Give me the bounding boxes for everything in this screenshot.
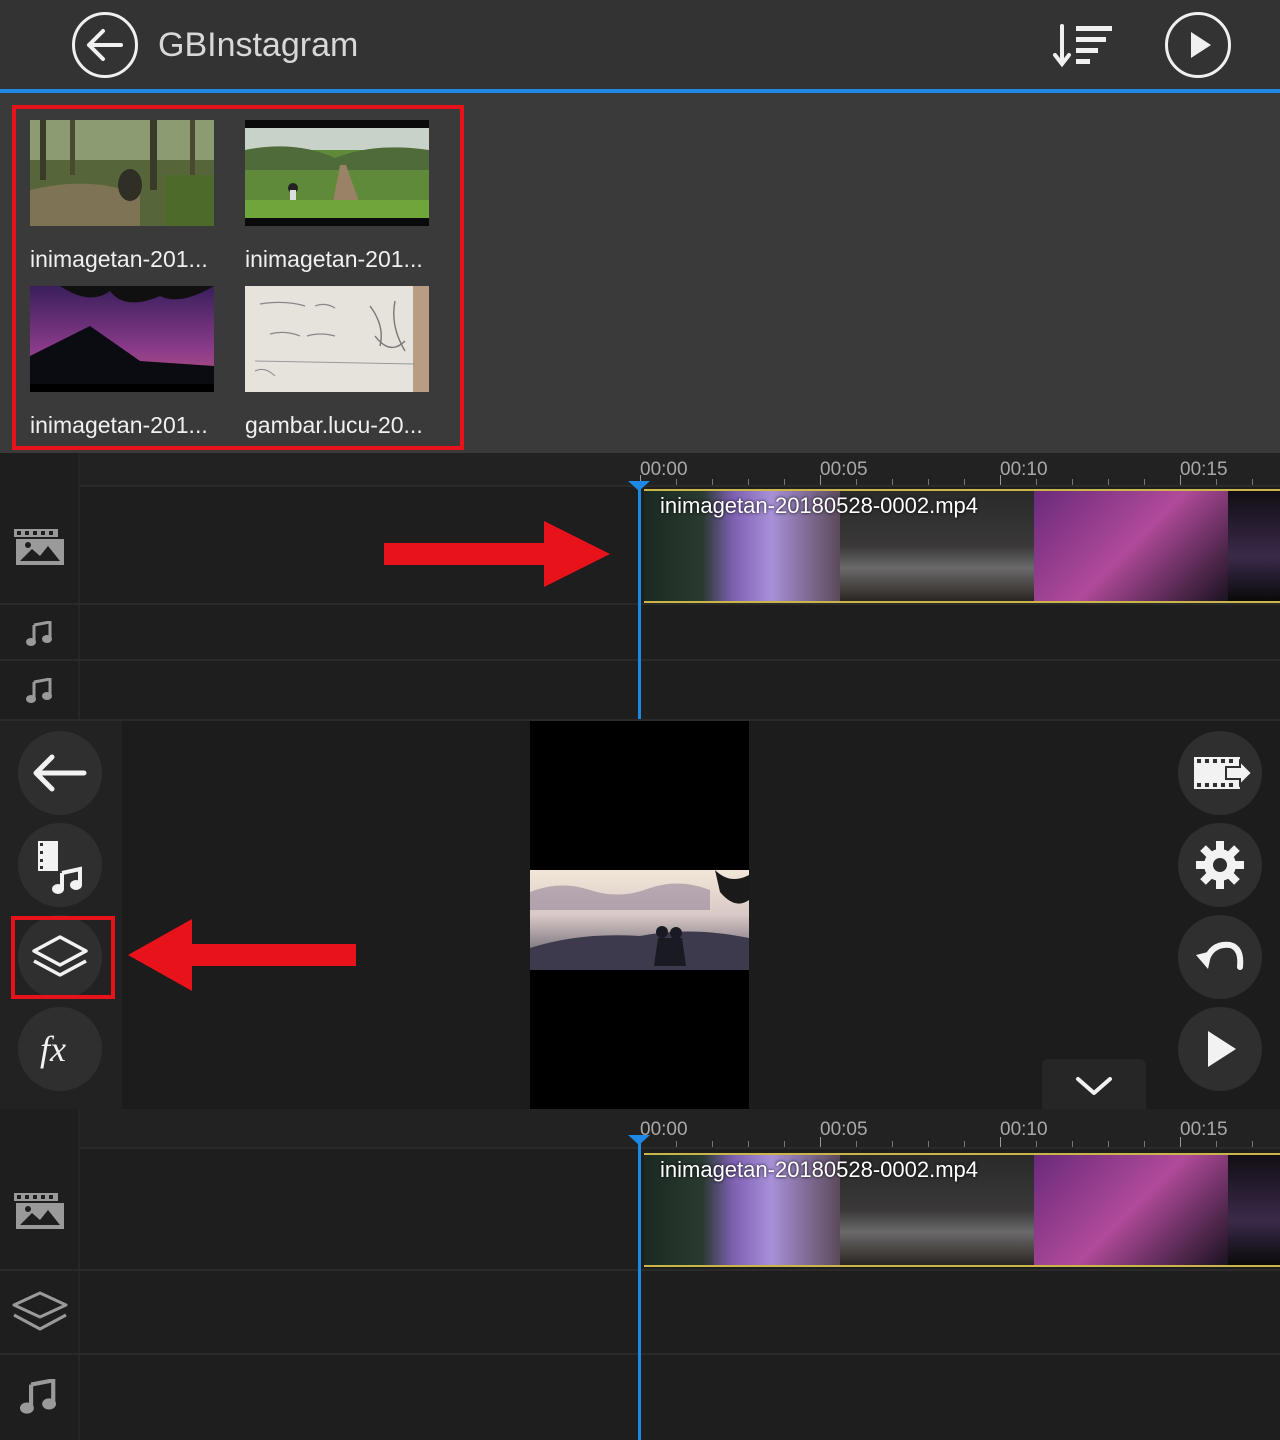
clip-name: inimagetan-20180528-0002.mp4 xyxy=(660,493,979,518)
play-icon xyxy=(1208,1031,1236,1067)
ruler-time-label: 00:00 xyxy=(640,459,688,480)
time-ruler[interactable]: 00:00 00:05 00:10 00:15 xyxy=(80,453,1280,487)
ruler-time-label: 00:10 xyxy=(1000,1119,1048,1140)
ruler-tick xyxy=(1000,475,1001,485)
ruler-tick xyxy=(676,479,677,485)
clip-frame xyxy=(1228,491,1280,601)
ruler-tick xyxy=(748,1141,749,1147)
left-toolbar: fx xyxy=(0,721,122,1111)
ruler-tick xyxy=(1252,1141,1253,1147)
ruler-tick xyxy=(1144,1141,1145,1147)
ruler-tick xyxy=(1000,1137,1001,1147)
layers-icon xyxy=(12,1291,68,1331)
play-button[interactable] xyxy=(1178,1007,1262,1091)
play-icon xyxy=(1191,32,1211,58)
ruler-tick xyxy=(1108,479,1109,485)
chevron-down-icon xyxy=(1076,1077,1112,1095)
sort-icon xyxy=(1053,24,1112,68)
ruler-tick xyxy=(1180,1137,1181,1147)
ruler-tick xyxy=(964,479,965,485)
red-arrow-left xyxy=(128,919,356,991)
svg-text:fx: fx xyxy=(40,1029,66,1069)
video-clip[interactable]: inimagetan-20180528-0002.mp4 xyxy=(644,1153,1280,1267)
app-title: GBInstagram xyxy=(158,26,359,64)
ruler-tick xyxy=(892,1141,893,1147)
ruler-tick xyxy=(712,479,713,485)
sort-button[interactable] xyxy=(1052,22,1116,72)
ruler-time-label: 00:05 xyxy=(820,459,868,480)
ruler-tick xyxy=(820,475,821,485)
playhead[interactable] xyxy=(638,1137,641,1440)
timeline-bottom[interactable]: 00:00 00:05 00:10 00:15 inimagetan-20180… xyxy=(0,1109,1280,1440)
preview-area: fx xyxy=(0,719,1280,1111)
red-arrow-right xyxy=(384,521,610,587)
ruler-tick xyxy=(1072,479,1073,485)
settings-button[interactable] xyxy=(1178,823,1262,907)
preview-frame xyxy=(530,870,749,970)
ruler-time-label: 00:10 xyxy=(1000,459,1048,480)
play-all-button[interactable] xyxy=(1165,12,1231,78)
ruler-tick xyxy=(856,1141,857,1147)
layer-button-highlight xyxy=(11,916,115,999)
ruler-tick xyxy=(820,1137,821,1147)
ruler-tick xyxy=(676,1141,677,1147)
back-arrow-icon xyxy=(33,754,87,792)
fx-button[interactable]: fx xyxy=(18,1007,102,1091)
ruler-tick xyxy=(1144,479,1145,485)
ruler-tick xyxy=(928,1141,929,1147)
ruler-tick xyxy=(1036,1141,1037,1147)
undo-button[interactable] xyxy=(1178,915,1262,999)
ruler-tick xyxy=(748,479,749,485)
media-music-icon xyxy=(38,841,82,894)
ruler-tick xyxy=(928,479,929,485)
clip-name: inimagetan-20180528-0002.mp4 xyxy=(660,1157,979,1182)
clip-frame xyxy=(1034,1155,1228,1265)
media-selection-highlight xyxy=(12,105,464,450)
video-image-track-icon xyxy=(14,529,64,565)
export-icon xyxy=(1194,757,1254,789)
media-music-button[interactable] xyxy=(18,823,102,907)
timeline-top[interactable]: 00:00 00:05 00:10 00:15 inimagetan-20180… xyxy=(0,453,1280,719)
media-browser: inimagetan-201... inimagetan-201... inim… xyxy=(0,93,1280,453)
ruler-time-label: 00:05 xyxy=(820,1119,868,1140)
ruler-tick xyxy=(784,479,785,485)
ruler-tick xyxy=(856,479,857,485)
collapse-button[interactable] xyxy=(1042,1059,1146,1109)
right-toolbar xyxy=(1158,721,1280,1111)
ruler-tick xyxy=(892,479,893,485)
video-preview[interactable] xyxy=(530,721,749,1109)
clip-frame xyxy=(1034,491,1228,601)
time-ruler[interactable]: 00:00 00:05 00:10 00:15 xyxy=(80,1109,1280,1149)
back-button[interactable] xyxy=(72,12,138,78)
settings-gear-icon xyxy=(1196,841,1244,889)
ruler-tick xyxy=(712,1141,713,1147)
ruler-tick xyxy=(1036,479,1037,485)
ruler-tick xyxy=(1216,479,1217,485)
ruler-tick xyxy=(1108,1141,1109,1147)
playhead[interactable] xyxy=(638,483,641,719)
ruler-tick xyxy=(964,1141,965,1147)
ruler-tick xyxy=(1252,479,1253,485)
ruler-tick xyxy=(1180,475,1181,485)
ruler-tick xyxy=(1072,1141,1073,1147)
music-note-icon xyxy=(20,1379,56,1414)
clip-frame xyxy=(1228,1155,1280,1265)
video-clip[interactable]: inimagetan-20180528-0002.mp4 xyxy=(644,489,1280,603)
ruler-tick xyxy=(784,1141,785,1147)
undo-icon xyxy=(1196,941,1244,970)
music-note-icon xyxy=(26,621,52,646)
ruler-time-label: 00:15 xyxy=(1180,459,1228,480)
export-button[interactable] xyxy=(1178,731,1262,815)
back-button[interactable] xyxy=(18,731,102,815)
back-arrow-icon xyxy=(87,29,123,61)
video-image-track-icon xyxy=(14,1193,64,1229)
music-note-icon xyxy=(26,678,52,703)
fx-icon: fx xyxy=(40,1029,66,1069)
ruler-tick xyxy=(1216,1141,1217,1147)
app-header: GBInstagram xyxy=(0,0,1280,90)
ruler-time-label: 00:15 xyxy=(1180,1119,1228,1140)
